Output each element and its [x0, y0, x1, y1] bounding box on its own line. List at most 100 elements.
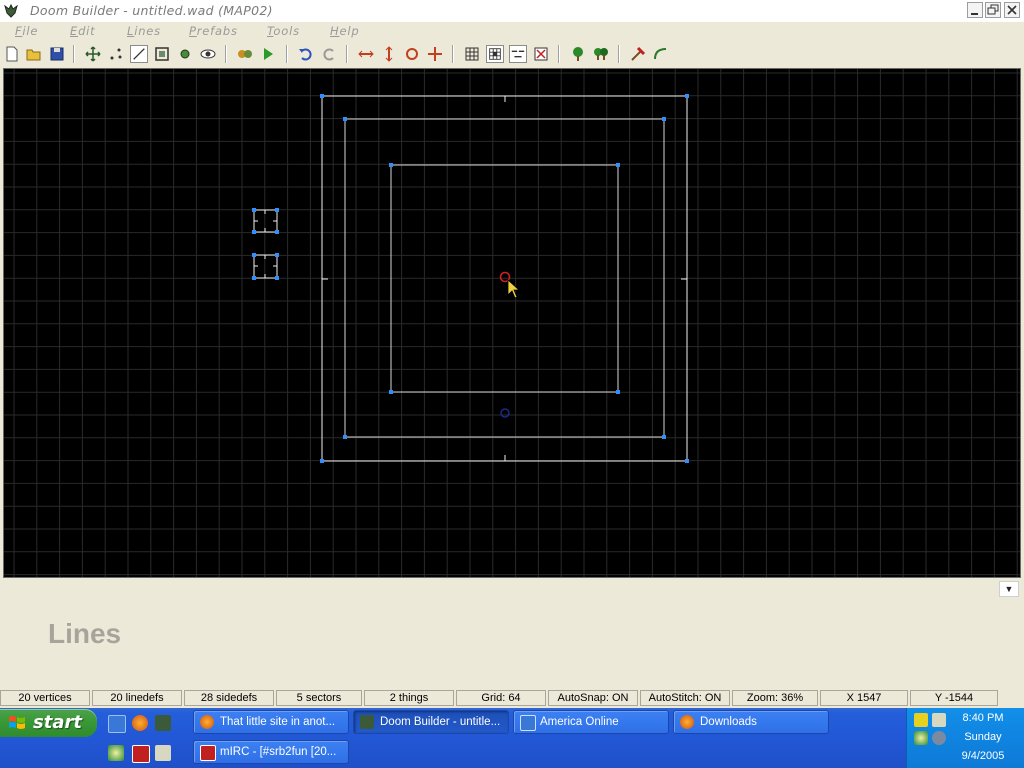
things-mode-icon[interactable] [176, 45, 194, 63]
small-sector-2[interactable] [253, 254, 278, 279]
menu-lines[interactable]: Lines [127, 24, 161, 38]
build-nodes-icon[interactable] [236, 45, 254, 63]
task-firefox-window[interactable]: That little site in anot... [193, 710, 349, 734]
task-mirc-window[interactable]: mIRC - [#srb2fun [20... [193, 740, 349, 764]
firefox-icon [680, 715, 694, 729]
3d-mode-icon[interactable] [199, 45, 217, 63]
undo-icon[interactable] [297, 45, 315, 63]
linedef-small-2-normals [254, 255, 277, 278]
new-file-icon[interactable] [3, 45, 21, 63]
vertex[interactable] [275, 253, 279, 257]
title-bar[interactable]: Doom Builder - untitled.wad (MAP02) [0, 0, 1024, 22]
window-title: Doom Builder - untitled.wad (MAP02) [30, 3, 273, 18]
menu-file[interactable]: File [15, 24, 38, 38]
start-label: start [33, 712, 82, 733]
vertex[interactable] [252, 276, 256, 280]
vertex[interactable] [252, 230, 256, 234]
curve-icon[interactable] [652, 45, 670, 63]
vertex[interactable] [616, 390, 620, 394]
redo-icon[interactable] [320, 45, 338, 63]
trees-icon[interactable] [592, 45, 610, 63]
mode-title: Lines [48, 618, 122, 649]
status-grid: Grid: 64 [456, 690, 546, 706]
map-canvas[interactable] [3, 68, 1021, 578]
status-vertices: 20 vertices [0, 690, 90, 706]
tray-graph-icon[interactable] [932, 713, 946, 727]
save-icon[interactable] [48, 45, 66, 63]
vertex[interactable] [252, 253, 256, 257]
vertex[interactable] [343, 435, 347, 439]
vertex[interactable] [389, 390, 393, 394]
mouse-cursor-icon [507, 279, 521, 299]
quick-launch-graph-icon[interactable] [155, 745, 171, 761]
hammer-icon[interactable] [629, 45, 647, 63]
toolbar [0, 41, 1024, 67]
map-svg[interactable] [4, 69, 1020, 577]
vertex[interactable] [662, 117, 666, 121]
vertex[interactable] [275, 276, 279, 280]
quick-launch-red-app-icon[interactable] [132, 745, 150, 763]
clock-day: Sunday [964, 731, 1002, 743]
clock-time[interactable]: 8:40 PM [947, 712, 1019, 724]
sectors-mode-icon[interactable] [153, 45, 171, 63]
menu-prefabs[interactable]: Prefabs [189, 24, 238, 38]
maximize-button[interactable] [985, 2, 1001, 18]
doom-builder-icon [360, 715, 374, 729]
vertex[interactable] [275, 230, 279, 234]
thing-blue[interactable] [500, 408, 510, 418]
task-doom-builder-window[interactable]: Doom Builder - untitle... [353, 710, 509, 734]
resize-icon[interactable] [426, 45, 444, 63]
menu-edit[interactable]: Edit [70, 24, 95, 38]
move-mode-icon[interactable] [84, 45, 102, 63]
quick-launch-app-icon[interactable] [108, 715, 126, 733]
tray-network-icon[interactable] [914, 731, 928, 745]
quick-launch-firefox-icon[interactable] [132, 715, 148, 731]
vertex[interactable] [252, 208, 256, 212]
vertex[interactable] [616, 163, 620, 167]
status-sectors: 5 sectors [276, 690, 362, 706]
minimize-button[interactable] [967, 2, 983, 18]
menu-tools[interactable]: Tools [267, 24, 300, 38]
status-things: 2 things [364, 690, 454, 706]
status-x-coord: X 1547 [820, 690, 908, 706]
vertex[interactable] [685, 459, 689, 463]
vertex[interactable] [685, 94, 689, 98]
status-bar: 20 vertices 20 linedefs 28 sidedefs 5 se… [0, 689, 1024, 707]
start-button[interactable]: start [0, 709, 97, 737]
clock-date: 9/4/2005 [961, 750, 1005, 762]
vertex[interactable] [662, 435, 666, 439]
vertex[interactable] [343, 117, 347, 121]
panel-collapse-button[interactable]: ▼ [999, 581, 1019, 597]
vertex[interactable] [320, 94, 324, 98]
status-zoom: Zoom: 36% [732, 690, 818, 706]
task-aol-window[interactable]: America Online [513, 710, 669, 734]
small-sector-1[interactable] [253, 209, 278, 233]
tray-volume-icon[interactable] [932, 731, 946, 745]
linedef-small-1-normals [254, 210, 277, 232]
vertices-mode-icon[interactable] [107, 45, 125, 63]
clear-icon[interactable] [532, 45, 550, 63]
task-downloads-window[interactable]: Downloads [673, 710, 829, 734]
windows-flag-icon [9, 716, 25, 729]
flip-sidedefs-icon[interactable] [380, 45, 398, 63]
rotate-icon[interactable] [403, 45, 421, 63]
stitch-icon[interactable] [509, 45, 527, 63]
doom-builder-app-icon[interactable] [3, 3, 19, 19]
menu-help[interactable]: Help [330, 24, 359, 38]
test-map-icon[interactable] [259, 45, 277, 63]
lines-mode-icon[interactable] [130, 45, 148, 63]
tree-icon[interactable] [569, 45, 587, 63]
status-autosnap: AutoSnap: ON [548, 690, 638, 706]
close-button[interactable] [1004, 2, 1020, 18]
quick-launch-doom-builder-icon[interactable] [155, 715, 171, 731]
tray-hand-icon[interactable] [914, 713, 928, 727]
vertex[interactable] [275, 208, 279, 212]
quick-launch-globe-icon[interactable] [108, 745, 124, 761]
grid-icon[interactable] [463, 45, 481, 63]
snap-grid-icon[interactable] [486, 45, 504, 63]
flip-lines-icon[interactable] [357, 45, 375, 63]
system-tray: 8:40 PM Sunday 9/4/2005 [906, 708, 1024, 768]
vertex[interactable] [389, 163, 393, 167]
vertex[interactable] [320, 459, 324, 463]
open-file-icon[interactable] [25, 45, 43, 63]
